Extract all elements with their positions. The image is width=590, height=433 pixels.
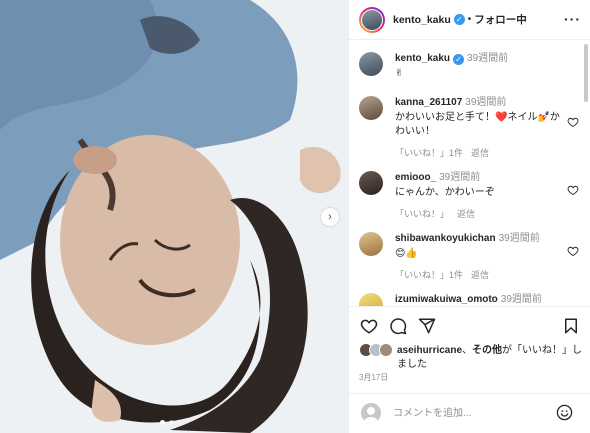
comment-bubble-icon[interactable] <box>389 317 407 335</box>
likes-mid: 、 <box>462 345 473 356</box>
like-heart-icon[interactable] <box>360 317 378 335</box>
comments-scrollbar[interactable] <box>584 44 588 102</box>
comment-time[interactable]: 39週間前 <box>501 294 542 305</box>
comment-time[interactable]: 39週間前 <box>465 97 506 108</box>
author-username[interactable]: kento_kaku <box>393 14 451 26</box>
comment-likes-count[interactable]: 「いいね！」1件 <box>395 148 463 158</box>
verified-badge-icon: ✓ <box>453 54 465 65</box>
comment-text: にゃんか、かわいーぞ <box>395 187 495 198</box>
author-avatar[interactable] <box>359 6 385 33</box>
comment-username[interactable]: kanna_261107 <box>395 97 462 108</box>
like-comment-heart-icon[interactable] <box>567 184 579 196</box>
carousel-dot <box>169 420 174 425</box>
verified-badge-icon: ✓ <box>453 14 465 25</box>
comment-likes-count[interactable]: 「いいね！」1件 <box>395 270 463 280</box>
caption-avatar[interactable] <box>359 52 383 76</box>
comment-actions: 「いいね！」1件 返信 <box>395 147 560 160</box>
comment-avatar[interactable] <box>359 171 383 195</box>
follow-status-button[interactable]: フォロー中 <box>474 12 527 27</box>
comments-list[interactable]: kento_kaku ✓ 39週間前 ✌ kanna_261107 39週間前 かわい… <box>349 41 590 306</box>
post-date[interactable]: 3月17日 <box>359 372 388 383</box>
comment-avatar[interactable] <box>359 293 383 306</box>
more-options-icon[interactable]: ··· <box>564 12 581 26</box>
comment-username[interactable]: izumiwakuiwa_omoto <box>395 294 498 305</box>
share-send-icon[interactable] <box>418 317 436 335</box>
post-side-panel: kento_kaku ✓ • フォロー中 ··· kento_kaku ✓ 39週間… <box>348 0 590 433</box>
liker-avatars[interactable] <box>359 343 395 359</box>
like-comment-heart-icon[interactable] <box>567 245 579 257</box>
carousel-dots <box>160 420 174 425</box>
photo-illustration <box>0 0 348 433</box>
comment-avatar[interactable] <box>359 232 383 256</box>
current-user-avatar-icon <box>361 403 381 423</box>
comment-actions: 「いいね！」 返信 <box>395 208 560 221</box>
caption-username[interactable]: kento_kaku <box>395 53 450 64</box>
carousel-dot <box>160 420 165 425</box>
like-comment-heart-icon[interactable] <box>567 116 579 128</box>
comment-likes-count[interactable]: 「いいね！」 <box>395 209 449 219</box>
emoji-icon[interactable] <box>556 404 573 421</box>
caption-time[interactable]: 39週間前 <box>467 53 508 64</box>
comment-actions: 「いいね！」1件 返信 <box>395 269 560 282</box>
add-comment-bar <box>349 393 590 433</box>
comment-text: かわいいお足と手て！❤️ネイル💅かわいい！ <box>395 112 560 137</box>
next-photo-button[interactable]: › <box>321 208 339 226</box>
likes-text: aseihurricane、その他が「いいね！」しました <box>397 344 587 372</box>
comment-text: 😊👍 <box>395 248 418 259</box>
post-action-bar <box>349 306 590 342</box>
likes-others-link[interactable]: その他 <box>472 345 502 356</box>
post-header: kento_kaku ✓ • フォロー中 ··· <box>349 0 590 40</box>
post-photo[interactable]: › <box>0 0 348 433</box>
comment-time[interactable]: 39週間前 <box>439 172 480 183</box>
comment-avatar[interactable] <box>359 96 383 120</box>
reply-button[interactable]: 返信 <box>471 148 489 158</box>
comment-username[interactable]: shibawankoyukichan <box>395 233 496 244</box>
reply-button[interactable]: 返信 <box>471 270 489 280</box>
header-separator: • <box>467 14 472 25</box>
reply-button[interactable]: 返信 <box>457 209 475 219</box>
comment-time[interactable]: 39週間前 <box>499 233 540 244</box>
liker-avatar <box>379 343 393 357</box>
save-bookmark-icon[interactable] <box>562 317 580 335</box>
liker-username[interactable]: aseihurricane <box>397 345 462 356</box>
caption-text: ✌ <box>395 68 404 79</box>
comment-input[interactable] <box>393 404 553 422</box>
comment-username[interactable]: emiooo_ <box>395 172 436 183</box>
